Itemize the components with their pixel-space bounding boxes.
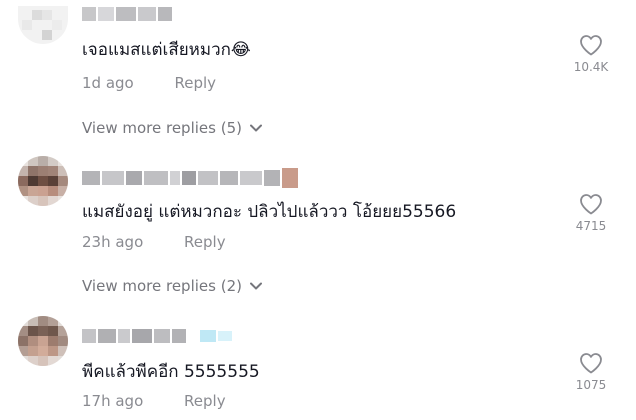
heart-outline-icon (580, 353, 602, 374)
chevron-down-icon (249, 124, 262, 132)
view-more-replies-button[interactable]: View more replies (5) (82, 119, 262, 137)
heart-outline-icon (580, 194, 602, 215)
like-count: 10.4K (573, 60, 609, 74)
comment-text: แมสยังอยู่ แต่หมวกอะ ปลิวไปแล้ววว โอ้ยยย… (82, 202, 457, 222)
username-blurred[interactable] (82, 6, 172, 22)
like-count: 1075 (575, 378, 607, 392)
like-button[interactable]: 1075 (570, 352, 612, 392)
comment-meta: 17h ago Reply (82, 392, 226, 410)
chevron-down-icon (249, 282, 262, 290)
username-blurred[interactable] (82, 168, 298, 188)
reply-button[interactable]: Reply (184, 233, 226, 251)
like-button[interactable]: 10.4K (570, 34, 612, 74)
comment-meta: 23h ago Reply (82, 233, 226, 251)
like-count: 4715 (575, 219, 607, 233)
avatar[interactable] (18, 156, 68, 206)
like-button[interactable]: 4715 (570, 193, 612, 233)
comment-text: พีคแล้วพีคอีก 5555555 (82, 362, 260, 382)
reply-button[interactable]: Reply (175, 74, 217, 92)
username-blurred[interactable] (82, 328, 232, 344)
comment-time: 17h ago (82, 392, 144, 410)
comment-time: 1d ago (82, 74, 134, 92)
avatar[interactable] (18, 316, 68, 366)
comment-time: 23h ago (82, 233, 144, 251)
view-more-label: View more replies (2) (82, 277, 242, 295)
heart-outline-icon (580, 35, 602, 56)
reply-button[interactable]: Reply (184, 392, 226, 410)
view-more-label: View more replies (5) (82, 119, 242, 137)
comment-meta: 1d ago Reply (82, 74, 216, 92)
comment-text: เจอแมสแต่เสียหมวก😂 (82, 40, 251, 60)
view-more-replies-button[interactable]: View more replies (2) (82, 277, 262, 295)
avatar[interactable] (18, 6, 68, 44)
